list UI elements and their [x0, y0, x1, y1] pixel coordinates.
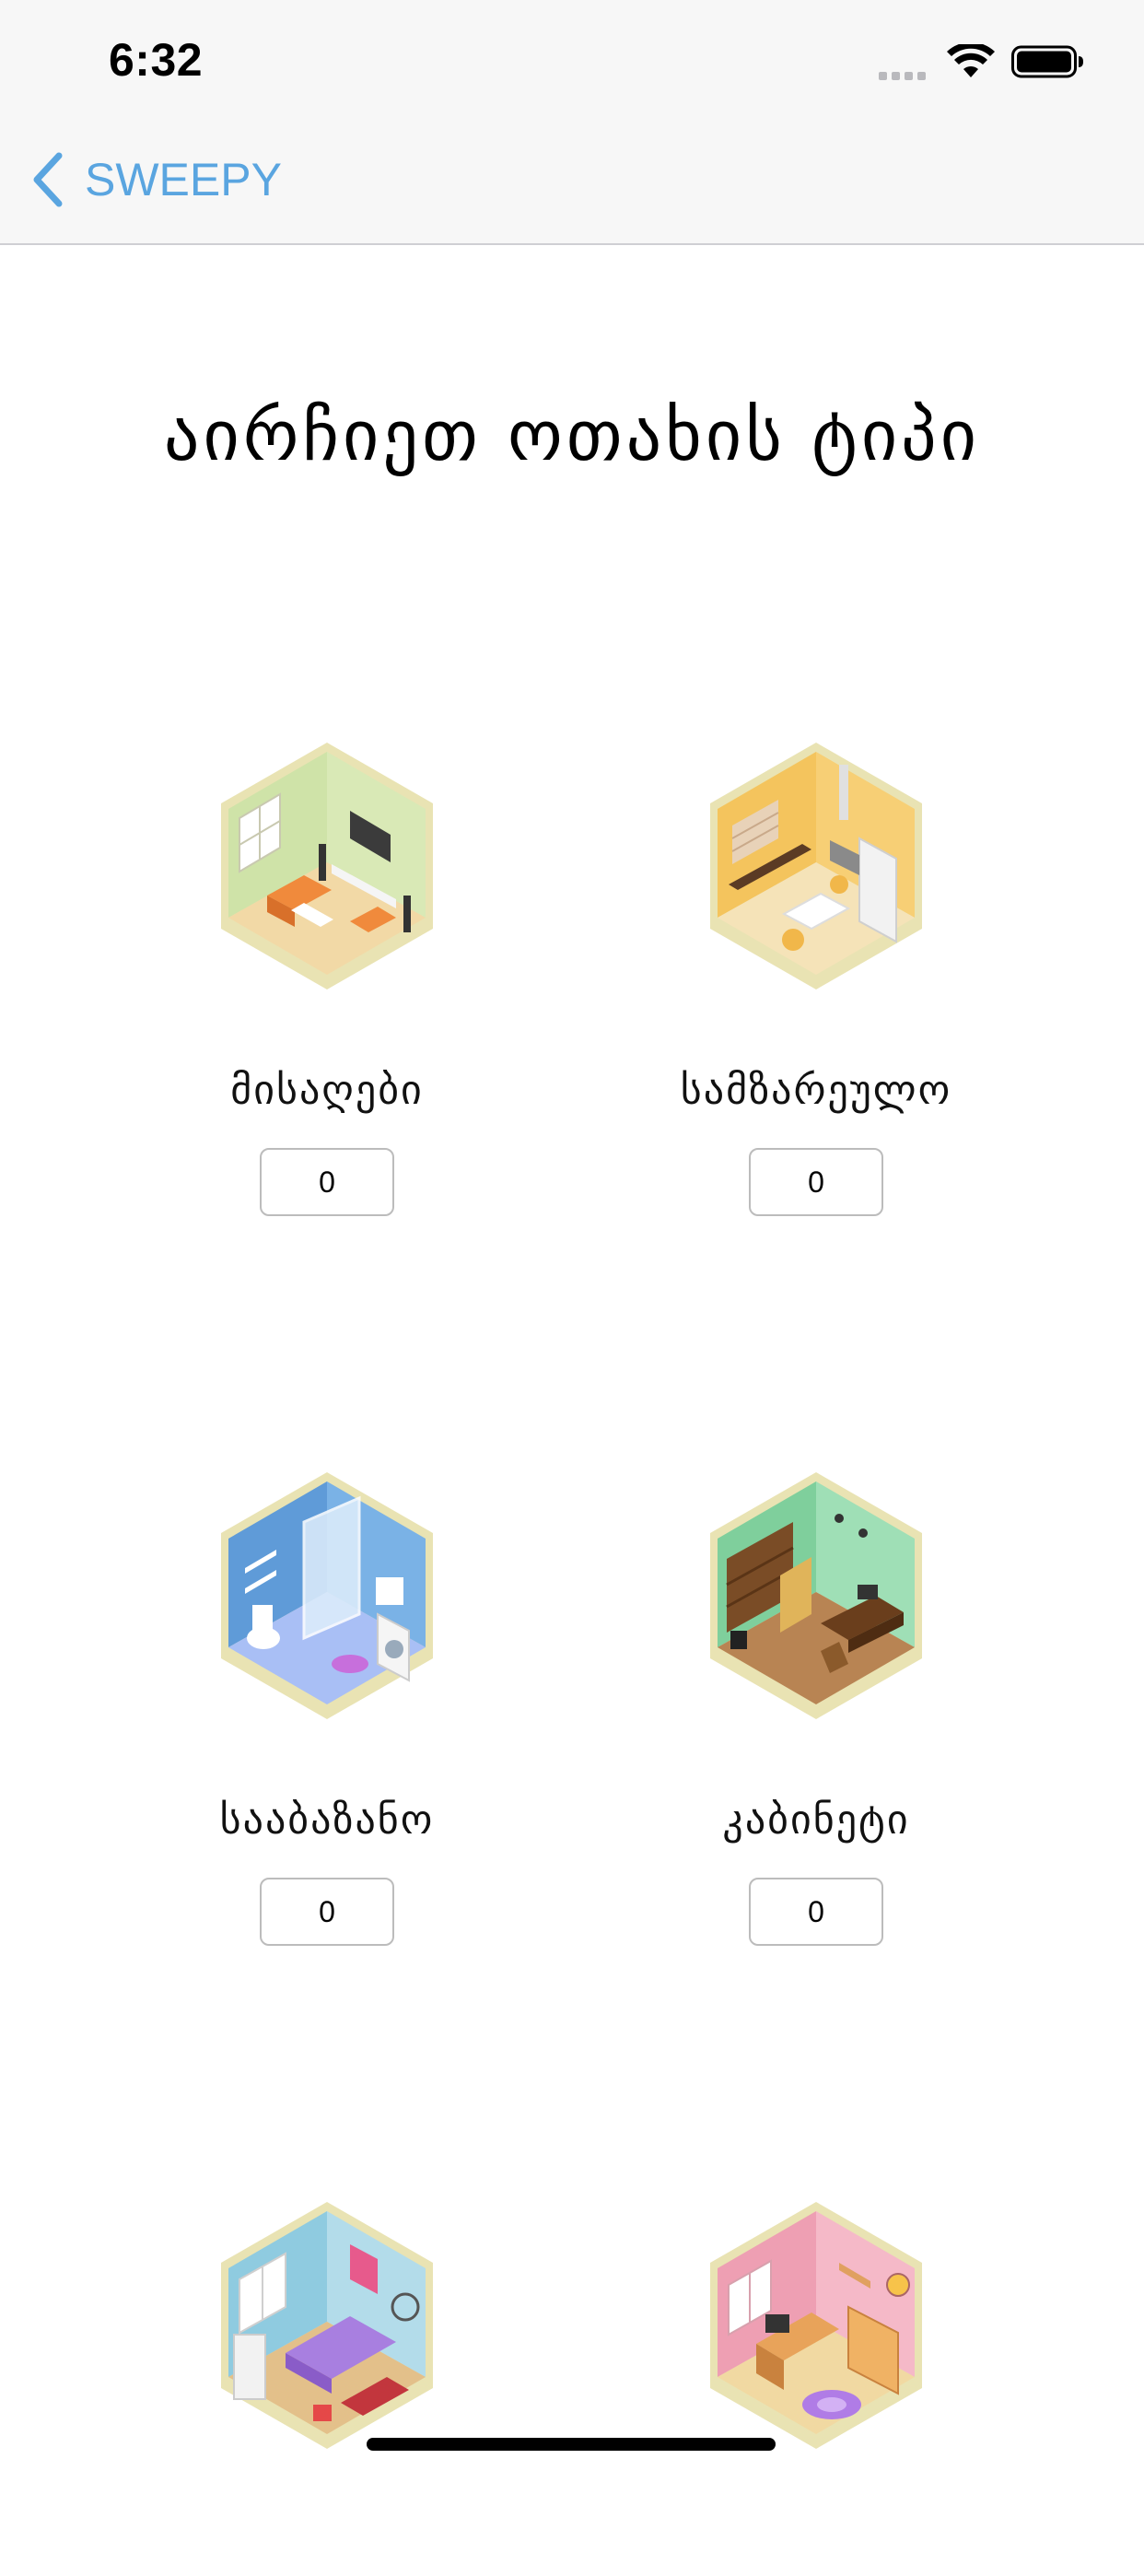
status-time: 6:32 [109, 34, 204, 86]
bedroom-icon [221, 2202, 433, 2449]
cellular-signal-icon [879, 66, 930, 84]
room-label [595, 2524, 1037, 2576]
page-title: აირჩიეთ ოთახის ტიპი [163, 394, 981, 476]
room-card-office[interactable]: კაბინეტი [595, 1467, 1037, 1946]
back-label: SWEEPY [85, 154, 282, 205]
home-indicator[interactable] [367, 2438, 776, 2451]
kids-room-icon [710, 2202, 922, 2449]
chevron-left-icon [33, 152, 63, 207]
room-label: კაბინეტი [722, 1797, 910, 1844]
room-label: სამზარეულო [680, 1067, 952, 1114]
back-button[interactable]: SWEEPY [29, 147, 282, 212]
room-count-input[interactable] [749, 1148, 883, 1216]
kitchen-icon [710, 743, 922, 989]
room-count-input[interactable] [260, 1148, 394, 1216]
navigation-bar: 6:32 SWEEPY [0, 0, 1144, 245]
room-card-bathroom[interactable]: სააბაზანო [106, 1467, 548, 1946]
room-card-kids-room[interactable] [595, 2196, 1037, 2576]
wifi-icon [947, 44, 995, 77]
room-card-living-room[interactable]: მისაღები [106, 737, 548, 1216]
office-icon [710, 1472, 922, 1719]
room-label: სააბაზანო [219, 1797, 435, 1844]
room-count-input[interactable] [260, 1878, 394, 1946]
room-card-kitchen[interactable]: სამზარეულო [595, 737, 1037, 1216]
room-card-bedroom[interactable] [106, 2196, 548, 2576]
battery-icon [1011, 45, 1083, 78]
bathroom-icon [221, 1472, 433, 1719]
room-count-input[interactable] [749, 1878, 883, 1946]
living-room-icon [221, 743, 433, 989]
room-label: მისაღები [230, 1067, 424, 1114]
room-label [106, 2524, 548, 2576]
